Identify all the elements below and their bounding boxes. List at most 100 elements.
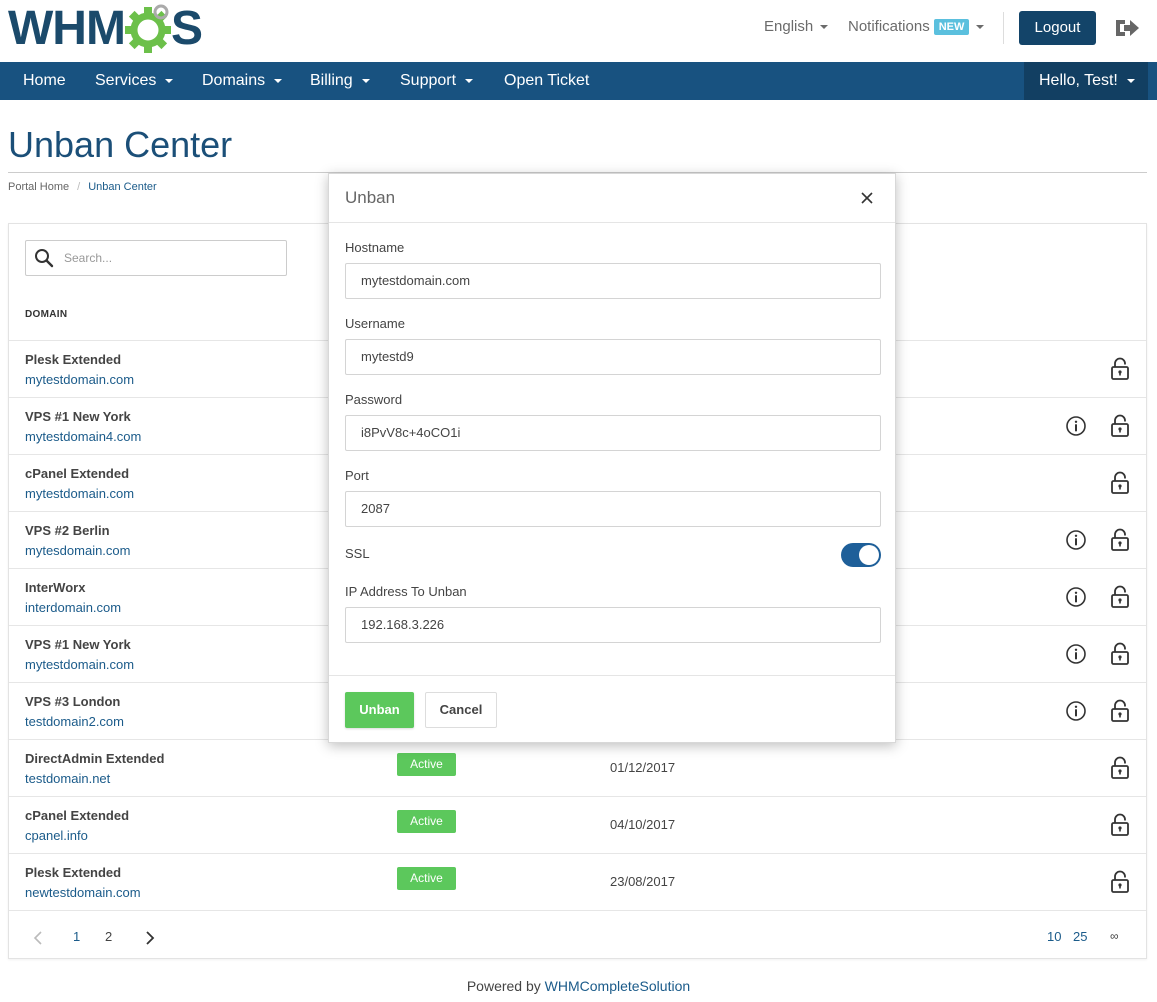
unlock-icon[interactable] — [1110, 870, 1130, 894]
unlock-icon[interactable] — [1110, 585, 1130, 609]
unlock-icon[interactable] — [1110, 471, 1130, 495]
gear-logo-icon — [124, 4, 171, 53]
nav-support-label: Support — [400, 72, 457, 89]
row-date: 01/12/2017 — [610, 760, 676, 775]
toggle-knob — [859, 545, 879, 565]
nav-home[interactable]: Home — [23, 62, 66, 100]
product-name: VPS #1 New York — [25, 637, 131, 652]
breadcrumb-separator: / — [77, 181, 81, 193]
port-field[interactable]: 2087 — [345, 491, 881, 527]
nav-domains-label: Domains — [202, 72, 266, 89]
chevron-down-icon — [274, 78, 283, 83]
unlock-icon[interactable] — [1110, 756, 1130, 780]
username-label: Username — [345, 316, 405, 331]
unban-modal: Unban Hostname mytestdomain.com Username… — [328, 173, 896, 743]
nav-services[interactable]: Services — [95, 62, 174, 100]
ssl-label: SSL — [345, 546, 370, 561]
cancel-button[interactable]: Cancel — [425, 692, 497, 728]
table-row: DirectAdmin Extended testdomain.net Active… — [9, 739, 1146, 796]
modal-title: Unban — [345, 188, 396, 207]
domain-link[interactable]: mytestdomain.com — [25, 657, 134, 672]
chevron-down-icon — [165, 78, 174, 83]
password-label: Password — [345, 392, 403, 407]
unlock-icon[interactable] — [1110, 642, 1130, 666]
user-greeting: Hello, Test! — [1039, 72, 1118, 89]
logo-text-right: S — [170, 2, 203, 55]
row-date: 04/10/2017 — [610, 817, 676, 832]
column-header-domain[interactable]: DOMAIN — [25, 309, 67, 320]
page-size-10[interactable]: 10 — [1047, 929, 1061, 944]
chevron-down-icon — [976, 25, 985, 30]
hostname-field[interactable]: mytestdomain.com — [345, 263, 881, 299]
info-icon[interactable] — [1065, 529, 1087, 551]
row-date: 23/08/2017 — [610, 874, 676, 889]
info-icon[interactable] — [1065, 700, 1087, 722]
ip-address-field[interactable]: 192.168.3.226 — [345, 607, 881, 643]
status-badge: Active — [397, 753, 456, 776]
domain-link[interactable]: mytestdomain4.com — [25, 429, 141, 444]
logo-text-left: WHM — [8, 2, 126, 55]
domain-link[interactable]: newtestdomain.com — [25, 885, 141, 900]
product-name: Plesk Extended — [25, 352, 122, 367]
whmcs-logo[interactable]: WHM S — [8, 2, 203, 55]
nav-support[interactable]: Support — [400, 62, 474, 100]
search-box — [25, 240, 287, 276]
domain-link[interactable]: cpanel.info — [25, 828, 88, 843]
username-field[interactable]: mytestd9 — [345, 339, 881, 375]
footer-prefix: Powered by — [466, 978, 541, 994]
header: WHM S English Notifications NEW Logout — [0, 0, 1157, 62]
table-row: cPanel Extended cpanel.info Active 04/10/20… — [9, 796, 1146, 853]
ssl-toggle[interactable] — [841, 543, 881, 567]
page-2[interactable]: 2 — [105, 929, 112, 944]
chevron-right-icon[interactable] — [145, 931, 155, 945]
footer: Powered by WHMCompleteSolution — [0, 978, 1157, 994]
nav-billing[interactable]: Billing — [310, 62, 370, 100]
ip-address-label: IP Address To Unban — [345, 584, 467, 599]
unlock-icon[interactable] — [1110, 528, 1130, 552]
product-name: VPS #2 Berlin — [25, 523, 110, 538]
info-icon[interactable] — [1065, 643, 1087, 665]
status-badge: Active — [397, 810, 456, 833]
table-row: Plesk Extended newtestdomain.com Active 23/… — [9, 853, 1146, 910]
domain-link[interactable]: mytesdomain.com — [25, 543, 130, 558]
page-size-all[interactable]: ∞ — [1110, 929, 1119, 943]
product-name: InterWorx — [25, 580, 86, 595]
nav-open-ticket-label: Open Ticket — [504, 72, 590, 89]
nav-home-label: Home — [23, 72, 66, 89]
unban-button[interactable]: Unban — [345, 692, 414, 728]
hostname-label: Hostname — [345, 240, 405, 255]
product-name: cPanel Extended — [25, 466, 130, 481]
unlock-icon[interactable] — [1110, 813, 1130, 837]
nav-billing-label: Billing — [310, 72, 353, 89]
page-1[interactable]: 1 — [73, 929, 80, 944]
unlock-icon[interactable] — [1110, 414, 1130, 438]
pagination: 1 2 10 25 ∞ — [9, 910, 1146, 960]
search-input[interactable] — [64, 248, 274, 268]
notifications-dropdown[interactable]: Notifications NEW — [848, 18, 985, 36]
domain-link[interactable]: mytestdomain.com — [25, 486, 134, 501]
unlock-icon[interactable] — [1110, 357, 1130, 381]
footer-link[interactable]: WHMCompleteSolution — [545, 978, 691, 994]
domain-link[interactable]: mytestdomain.com — [25, 372, 134, 387]
nav-open-ticket[interactable]: Open Ticket — [504, 62, 589, 100]
info-icon[interactable] — [1065, 586, 1087, 608]
logout-button[interactable]: Logout — [1019, 11, 1096, 45]
product-name: Plesk Extended — [25, 865, 122, 880]
password-field[interactable]: i8PvV8c+4oCO1i — [345, 415, 881, 451]
sign-out-icon[interactable] — [1114, 16, 1140, 40]
domain-link[interactable]: testdomain2.com — [25, 714, 124, 729]
language-dropdown[interactable]: English — [764, 18, 829, 35]
nav-domains[interactable]: Domains — [202, 62, 283, 100]
breadcrumb-portal-home[interactable]: Portal Home — [8, 181, 69, 193]
chevron-left-icon[interactable] — [33, 931, 43, 945]
unlock-icon[interactable] — [1110, 699, 1130, 723]
product-name: VPS #3 London — [25, 694, 121, 709]
user-menu[interactable]: Hello, Test! — [1024, 62, 1148, 100]
header-divider — [1003, 12, 1004, 44]
domain-link[interactable]: interdomain.com — [25, 600, 121, 615]
page-size-25[interactable]: 25 — [1073, 929, 1087, 944]
search-icon — [35, 249, 54, 268]
domain-link[interactable]: testdomain.net — [25, 771, 110, 786]
info-icon[interactable] — [1065, 415, 1087, 437]
close-icon[interactable] — [859, 190, 875, 206]
